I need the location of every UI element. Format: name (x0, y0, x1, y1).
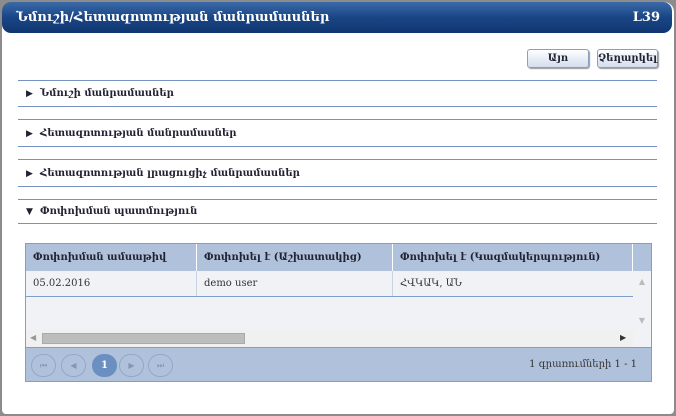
dialog-title: Նմուշի/Հետազոտության մանրամասներ (16, 10, 330, 25)
first-page-button[interactable]: ⏮ (31, 354, 56, 377)
section-change-history[interactable]: ▼ Փոփոխման պատմություն (18, 199, 657, 224)
scrollbar-thumb[interactable] (42, 333, 245, 344)
dialog-header: Նմուշի/Հետազոտության մանրամասներ L39 (2, 2, 672, 33)
horizontal-scrollbar[interactable]: ◀ ▶ (26, 330, 633, 347)
column-header-date[interactable]: Փոփոխման ամսաթիվ (26, 244, 197, 271)
history-grid: Փոփոխման ամսաթիվ Փոփոխել է (Աշխատակից) Փ… (25, 243, 652, 382)
scroll-down-icon[interactable]: ▼ (633, 316, 651, 325)
expand-arrow-icon: ▶ (26, 169, 33, 179)
expand-arrow-icon: ▶ (26, 89, 33, 99)
column-header-organization[interactable]: Փոփոխել է (Կազմակերպություն) (393, 244, 633, 271)
expand-arrow-icon: ▶ (26, 129, 33, 139)
pager-info: 1 գրառումների 1 - 1 (529, 359, 637, 370)
table-row[interactable]: 05.02.2016 demo user ՀՎԿԱԿ, ԱՆ (26, 271, 633, 297)
column-header-employee[interactable]: Փոփոխել է (Աշխատակից) (197, 244, 393, 271)
collapse-arrow-icon: ▼ (26, 207, 33, 217)
section-label: Հետազոտության մանրամասներ (40, 128, 237, 139)
next-page-button[interactable]: ▶ (119, 354, 144, 377)
section-sample-details[interactable]: ▶ Նմուշի մանրամասներ (18, 80, 657, 107)
section-test-details[interactable]: ▶ Հետազոտության մանրամասներ (18, 119, 657, 147)
scroll-right-icon[interactable]: ▶ (620, 333, 626, 342)
section-label: Փոփոխման պատմություն (40, 206, 198, 217)
cell-date: 05.02.2016 (26, 271, 197, 296)
cell-organization: ՀՎԿԱԿ, ԱՆ (400, 278, 462, 289)
last-page-button[interactable]: ⏭ (148, 354, 173, 377)
page-1-button[interactable]: 1 (92, 354, 117, 377)
scroll-left-icon[interactable]: ◀ (30, 333, 36, 342)
section-label: Նմուշի մանրամասներ (40, 88, 174, 99)
prev-page-button[interactable]: ◀ (61, 354, 86, 377)
yes-button[interactable]: Այո (527, 49, 589, 68)
cancel-button[interactable]: Չեղարկել (597, 49, 658, 68)
scroll-up-icon[interactable]: ▲ (633, 277, 651, 286)
grid-header: Փոփոխման ամսաթիվ Փոփոխել է (Աշխատակից) Փ… (26, 244, 651, 271)
pager: ⏮ ◀ 1 ▶ ⏭ 1 գրառումների 1 - 1 (26, 347, 651, 381)
section-label: Հետազոտության լրացուցիչ մանրամասներ (40, 168, 300, 179)
cell-employee: demo user (197, 271, 393, 296)
dialog-code: L39 (632, 10, 660, 25)
vertical-scrollbar[interactable]: ▲ ▼ (633, 271, 651, 331)
section-test-additional-details[interactable]: ▶ Հետազոտության լրացուցիչ մանրամասներ (18, 159, 657, 187)
